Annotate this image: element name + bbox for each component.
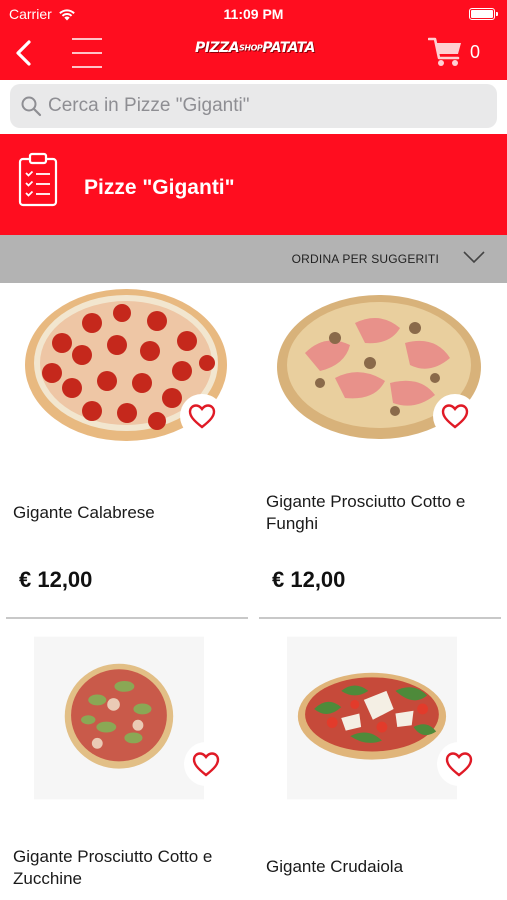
cart-count: 0 — [470, 42, 481, 62]
favorite-button[interactable] — [180, 394, 224, 438]
search-icon — [21, 96, 42, 117]
cart-icon[interactable] — [428, 36, 464, 68]
status-bar: Carrier 11:09 PM — [0, 0, 507, 28]
card-divider — [6, 617, 248, 619]
product-card[interactable]: Gigante Calabrese € 12,00 — [4, 283, 248, 620]
product-price: € 12,00 — [272, 567, 346, 592]
product-card[interactable]: Gigante Prosciutto Cotto e Funghi € 12,0… — [257, 283, 501, 620]
category-title: Pizze "Giganti" — [84, 176, 235, 199]
category-header: Pizze "Giganti" — [0, 134, 507, 235]
favorite-button[interactable] — [184, 742, 228, 786]
heart-icon — [445, 752, 473, 777]
search-input[interactable] — [48, 95, 488, 117]
sort-label[interactable]: ORDINA PER SUGGERITI — [292, 252, 439, 266]
battery-icon — [469, 8, 498, 20]
card-divider — [259, 617, 501, 619]
navigation-bar: PIZZASHOPPATATA 0 — [0, 28, 507, 80]
heart-icon — [192, 752, 220, 777]
product-name[interactable]: Gigante Prosciutto Cotto e Zucchine — [13, 846, 243, 890]
product-name[interactable]: Gigante Prosciutto Cotto e Funghi — [266, 491, 496, 535]
status-time: 11:09 PM — [223, 6, 284, 22]
search-bar[interactable] — [10, 84, 497, 128]
favorite-button[interactable] — [433, 394, 477, 438]
top-bar: Carrier 11:09 PM PIZZASHOPPATATA 0 — [0, 0, 507, 80]
product-card[interactable]: Gigante Crudaiola — [257, 628, 501, 900]
clipboard-list-icon — [18, 152, 58, 207]
search-section — [0, 80, 507, 132]
product-card[interactable]: Gigante Prosciutto Cotto e Zucchine — [4, 628, 248, 900]
chevron-down-icon[interactable] — [463, 250, 485, 264]
hamburger-menu-icon[interactable] — [72, 36, 102, 70]
product-price: € 12,00 — [19, 567, 93, 592]
app-logo: PIZZASHOPPATATA — [195, 40, 315, 56]
favorite-button[interactable] — [437, 742, 481, 786]
heart-icon — [441, 404, 469, 429]
product-name[interactable]: Gigante Crudaiola — [266, 856, 496, 878]
heart-icon — [188, 404, 216, 429]
product-name[interactable]: Gigante Calabrese — [13, 502, 243, 524]
back-chevron-icon[interactable] — [12, 38, 36, 68]
sort-bar[interactable]: ORDINA PER SUGGERITI — [0, 235, 507, 283]
